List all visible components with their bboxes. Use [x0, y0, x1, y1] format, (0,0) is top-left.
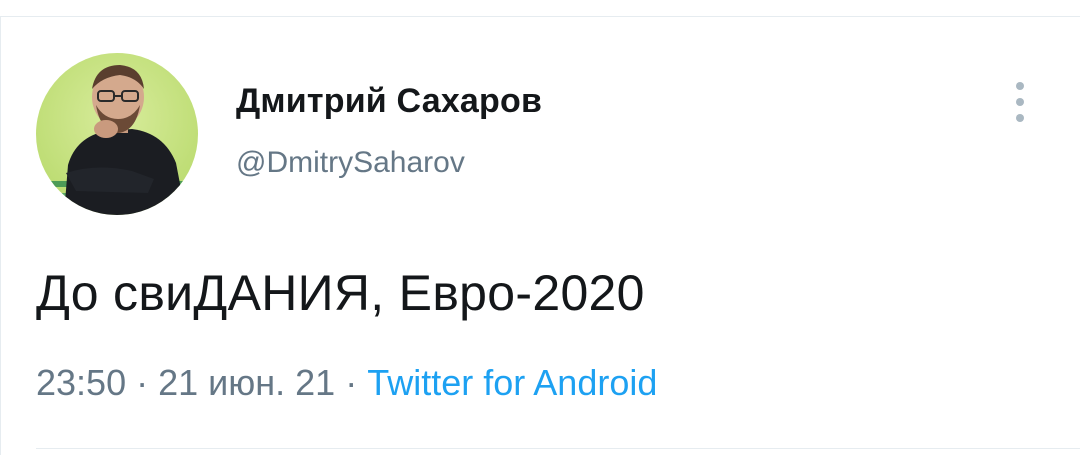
author-display-name[interactable]: Дмитрий Сахаров: [236, 82, 542, 121]
author-handle[interactable]: @DmitrySaharov: [236, 146, 465, 180]
top-divider: [0, 16, 1080, 17]
left-divider: [0, 16, 1, 455]
meta-separator: ·: [345, 362, 358, 403]
meta-separator: ·: [136, 362, 149, 403]
tweet-text: До свиДАНИЯ, Евро-2020: [36, 265, 645, 321]
avatar[interactable]: [36, 53, 198, 215]
more-options-button[interactable]: [1004, 76, 1036, 128]
bottom-divider: [36, 448, 1080, 449]
tweet-date[interactable]: 21 июн. 21: [158, 362, 335, 403]
tweet-source-link[interactable]: Twitter for Android: [367, 362, 657, 403]
tweet-time[interactable]: 23:50: [36, 362, 126, 403]
tweet-detail-view: Дмитрий Сахаров @DmitrySaharov До свиДАН…: [0, 0, 1080, 455]
tweet-meta: 23:50 · 21 июн. 21 · Twitter for Android: [36, 362, 657, 404]
user-avatar-photo-icon: [36, 53, 198, 215]
